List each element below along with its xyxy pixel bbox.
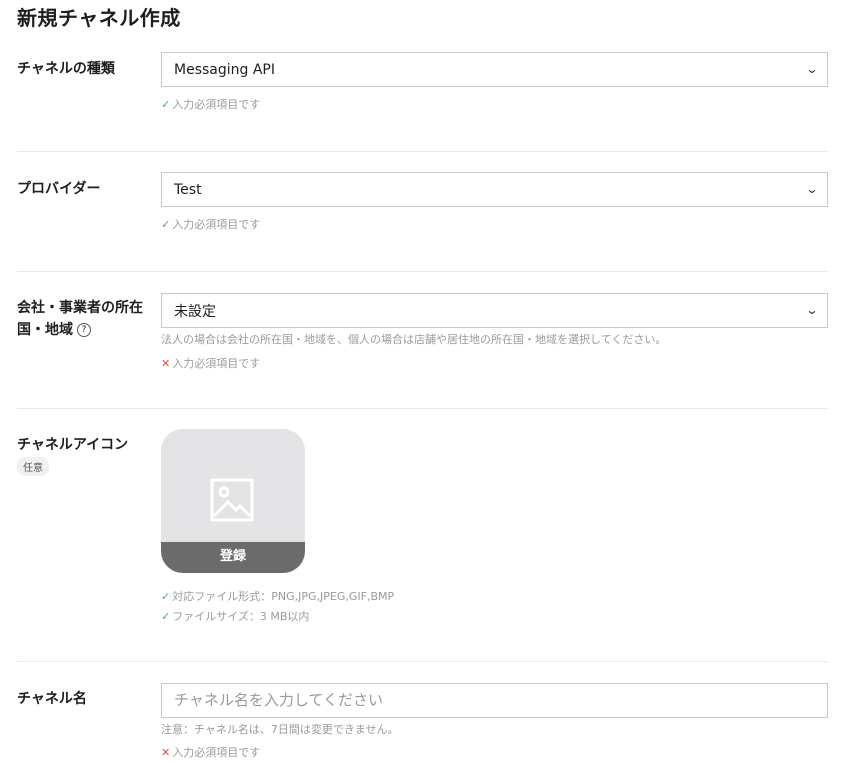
image-placeholder-icon <box>210 478 254 522</box>
channel-type-row: チャネルの種類 Messaging API ⌄ ✓ 入力必須項目です <box>17 52 828 122</box>
optional-badge: 任意 <box>17 457 49 476</box>
country-hint: 法人の場合は会社の所在国・地域を、個人の場合は店舗や居住地の所在国・地域を選択し… <box>161 333 667 346</box>
check-icon: ✓ <box>161 590 171 603</box>
channel-icon-row: チャネルアイコン 任意 登録 ✓ 対応ファイル形式：PNG,JPG,JPEG,GI… <box>17 429 828 629</box>
register-button[interactable]: 登録 <box>161 542 305 573</box>
check-icon: ✓ <box>161 218 171 231</box>
provider-value: Test <box>174 181 202 198</box>
divider <box>17 408 828 409</box>
help-icon[interactable]: ? <box>77 323 91 337</box>
chevron-down-icon: ⌄ <box>805 303 819 317</box>
file-format-note: ✓ 対応ファイル形式：PNG,JPG,JPEG,GIF,BMP <box>161 590 395 603</box>
channel-type-status: ✓ 入力必須項目です <box>161 98 261 111</box>
provider-select[interactable]: Test ⌄ <box>161 172 828 207</box>
channel-icon-upload[interactable]: 登録 <box>161 429 305 573</box>
divider <box>17 151 828 152</box>
country-row: 会社・事業者の所在 国・地域? 未設定 ⌄ 法人の場合は会社の所在国・地域を、個… <box>17 293 828 383</box>
channel-type-value: Messaging API <box>174 61 275 78</box>
channel-name-input[interactable] <box>161 683 828 718</box>
country-status: ✕ 入力必須項目です <box>161 357 261 370</box>
provider-status: ✓ 入力必須項目です <box>161 218 261 231</box>
channel-name-hint: 注意：チャネル名は、7日間は変更できません。 <box>161 723 399 736</box>
divider <box>17 271 828 272</box>
channel-name-label: チャネル名 <box>17 691 87 707</box>
channel-type-select[interactable]: Messaging API ⌄ <box>161 52 828 87</box>
chevron-down-icon: ⌄ <box>805 62 819 76</box>
cross-icon: ✕ <box>161 357 171 370</box>
channel-name-row: チャネル名 注意：チャネル名は、7日間は変更できません。 ✕入力必須項目です <box>17 683 828 763</box>
cross-icon: ✕ <box>161 746 171 759</box>
provider-row: プロバイダー Test ⌄ ✓ 入力必須項目です <box>17 172 828 242</box>
chevron-down-icon: ⌄ <box>805 182 819 196</box>
check-icon: ✓ <box>161 610 171 623</box>
divider <box>17 661 828 662</box>
channel-name-status: ✕ 入力必須項目です <box>161 746 261 759</box>
provider-label: プロバイダー <box>17 181 101 197</box>
page-title: 新規チャネル作成 <box>17 6 181 30</box>
file-size-note: ✓ ファイルサイズ：3 MB以内 <box>161 610 310 623</box>
country-value: 未設定 <box>174 303 216 320</box>
check-icon: ✓ <box>161 98 171 111</box>
channel-type-label: チャネルの種類 <box>17 61 115 77</box>
country-select[interactable]: 未設定 ⌄ <box>161 293 828 328</box>
country-label: 会社・事業者の所在 国・地域? <box>17 300 143 338</box>
channel-icon-label: チャネルアイコン <box>17 437 129 453</box>
